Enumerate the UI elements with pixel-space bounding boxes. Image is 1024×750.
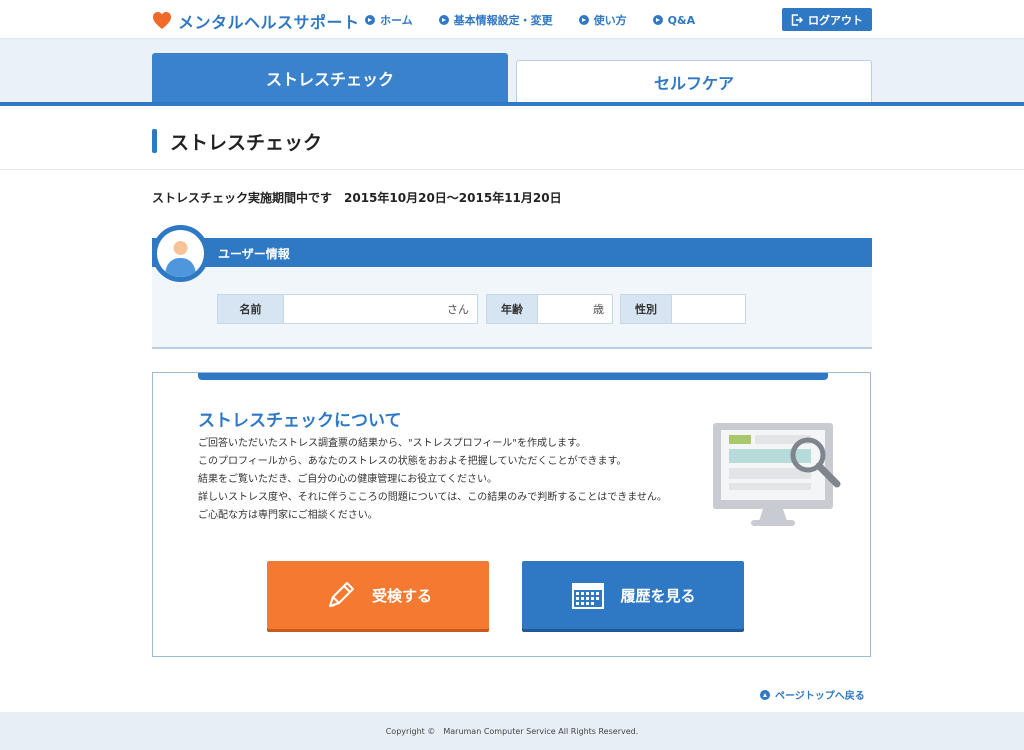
page-top-label: ページトップへ戻る [775, 691, 865, 702]
take-exam-button[interactable]: 受検する [267, 561, 489, 629]
nav-home-label: ホーム [380, 14, 413, 27]
page-top-link[interactable]: ページトップへ戻る [760, 687, 865, 702]
arrow-up-circle-icon [760, 689, 770, 700]
about-line: 詳しいストレス度や、それに伴うこころの問題については、この結果のみで判断すること… [198, 492, 667, 503]
page-title: ストレスチェック [170, 132, 323, 154]
about-title: ストレスチェックについて [198, 411, 402, 431]
calendar-icon [572, 583, 605, 609]
age-label: 年齢 [486, 294, 538, 324]
logo-text: メンタルヘルスサポート [178, 13, 360, 32]
nav-how-to-use[interactable]: 使い方 [578, 12, 627, 28]
view-history-button[interactable]: 履歴を見る [522, 561, 744, 629]
title-accent-bar [152, 129, 157, 153]
gender-field [671, 294, 746, 324]
page-title-section: ストレスチェック [0, 112, 1024, 170]
name-suffix: さん [447, 303, 469, 316]
about-line: ご回答いただいたストレス調査票の結果から、"ストレスプロフィール"を作成します。 [198, 438, 586, 449]
nav-basic-settings[interactable]: 基本情報設定・変更 [438, 12, 553, 28]
take-exam-label: 受検する [371, 586, 432, 605]
heart-icon [153, 12, 171, 29]
about-line: このプロフィールから、あなたのストレスの状態をおおよそ把握していただくことができ… [198, 456, 627, 467]
circle-arrow-icon [652, 15, 663, 25]
period-text: ストレスチェック実施期間中です 2015年10月20日～2015年11月20日 [152, 191, 562, 205]
tab-self-care[interactable]: セルフケア [516, 60, 872, 103]
about-line: ご心配な方は専門家にご相談ください。 [198, 510, 378, 521]
about-line: 結果をご覧いただき、ご自分の心の健康管理にお役立てください。 [198, 474, 497, 485]
age-suffix: 歳 [593, 303, 604, 316]
logo[interactable]: メンタルヘルスサポート [152, 9, 360, 33]
name-field: さん [283, 294, 478, 324]
view-history-label: 履歴を見る [620, 586, 696, 605]
tab-stress-check[interactable]: ストレスチェック [152, 53, 508, 103]
nav-home[interactable]: ホーム [365, 12, 413, 28]
logout-icon [791, 13, 803, 26]
user-avatar-icon [152, 225, 209, 282]
nav-basic-settings-label: 基本情報設定・変更 [453, 14, 553, 27]
about-accent-bar [198, 373, 828, 380]
circle-arrow-icon [578, 15, 589, 25]
user-info-header: ユーザー情報 [152, 238, 872, 267]
tab-underline [0, 102, 1024, 106]
header: メンタルヘルスサポート ホーム 基本情報設定・変更 使い方 Q&A ログアウト [0, 0, 1024, 39]
nav-how-to-use-label: 使い方 [593, 14, 627, 27]
age-field: 歳 [537, 294, 613, 324]
pencil-icon [328, 582, 354, 607]
logout-label: ログアウト [808, 13, 863, 27]
user-info-heading: ユーザー情報 [218, 247, 290, 261]
main-nav: ホーム 基本情報設定・変更 使い方 Q&A [365, 12, 695, 28]
nav-qa[interactable]: Q&A [652, 12, 696, 28]
gender-label: 性別 [620, 294, 672, 324]
about-description: ご回答いただいたストレス調査票の結果から、"ストレスプロフィール"を作成します。… [198, 435, 667, 525]
logout-button[interactable]: ログアウト [782, 8, 872, 31]
circle-arrow-icon [365, 15, 375, 25]
copyright-text: Copyright © Maruman Computer Service All… [385, 726, 639, 736]
name-label: 名前 [217, 294, 284, 324]
circle-arrow-icon [438, 15, 449, 25]
nav-qa-label: Q&A [667, 13, 696, 27]
monitor-search-icon [713, 423, 841, 526]
footer: Copyright © Maruman Computer Service All… [0, 712, 1024, 750]
about-section: ストレスチェックについて ご回答いただいたストレス調査票の結果から、"ストレスプ… [152, 372, 871, 657]
